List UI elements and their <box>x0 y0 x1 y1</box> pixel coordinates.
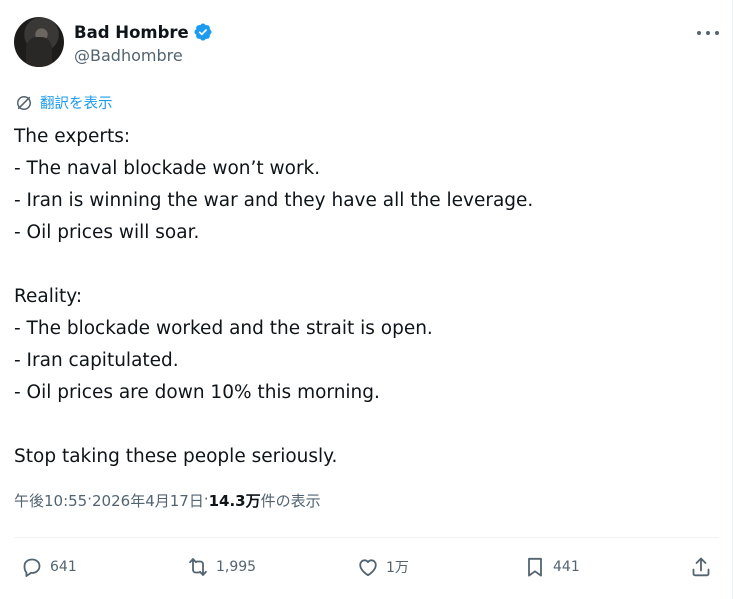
name-row[interactable]: Bad Hombre <box>74 22 213 42</box>
more-icon[interactable] <box>697 23 719 43</box>
repost-icon <box>189 558 207 576</box>
like-icon <box>359 559 377 577</box>
repost-count: 1,995 <box>216 559 257 575</box>
tweet-line: Reality: <box>14 286 83 307</box>
share-button[interactable] <box>689 552 713 582</box>
tweet-line: - The naval blockade won’t work. <box>14 158 321 179</box>
action-bar: 641 1,995 1万 441 <box>14 552 719 582</box>
tweet-time[interactable]: 午後10:55 <box>14 490 87 511</box>
reply-icon <box>23 558 41 577</box>
tweet-line: Stop taking these people seriously. <box>14 446 338 467</box>
translate-label[interactable]: 翻訳を表示 <box>40 92 113 113</box>
divider <box>14 537 719 538</box>
handle[interactable]: @Badhombre <box>74 46 183 65</box>
translate-link[interactable]: 翻訳を表示 <box>14 92 113 113</box>
like-count: 1万 <box>386 560 409 576</box>
tweet-line: The experts: <box>14 126 131 147</box>
more-dot <box>715 31 719 35</box>
reply-count: 641 <box>50 559 77 575</box>
display-name[interactable]: Bad Hombre <box>74 23 189 42</box>
views-count: 14.3万 <box>208 492 261 510</box>
bookmark-button[interactable]: 441 <box>523 552 580 582</box>
tweet-line: - Iran capitulated. <box>14 350 179 371</box>
more-dot <box>697 31 701 35</box>
tweet-meta: 午後10:55 · 2026年4月17日 · 14.3万 件の表示 <box>14 490 321 511</box>
tweet-line: - Oil prices will soar. <box>14 222 200 243</box>
tweet-line: - Iran is winning the war and they have … <box>14 190 534 211</box>
like-button[interactable]: 1万 <box>356 552 409 582</box>
more-dot <box>706 31 710 35</box>
tweet-date[interactable]: 2026年4月17日 <box>92 490 204 511</box>
repost-button[interactable]: 1,995 <box>186 552 256 582</box>
tweet-header: Bad Hombre @Badhombre <box>14 17 719 69</box>
bookmark-icon <box>528 557 542 577</box>
tweet-text: The experts: - The naval blockade won’t … <box>14 121 714 473</box>
views-label: 件の表示 <box>260 492 321 510</box>
reply-button[interactable]: 641 <box>20 552 77 582</box>
translate-globe-icon <box>17 95 31 110</box>
avatar[interactable] <box>14 17 64 67</box>
verified-badge-icon[interactable] <box>193 22 213 42</box>
bookmark-count: 441 <box>553 559 580 575</box>
share-icon <box>692 557 710 577</box>
tweet-line: - Oil prices are down 10% this morning. <box>14 382 380 403</box>
tweet-line: - The blockade worked and the strait is … <box>14 318 433 339</box>
